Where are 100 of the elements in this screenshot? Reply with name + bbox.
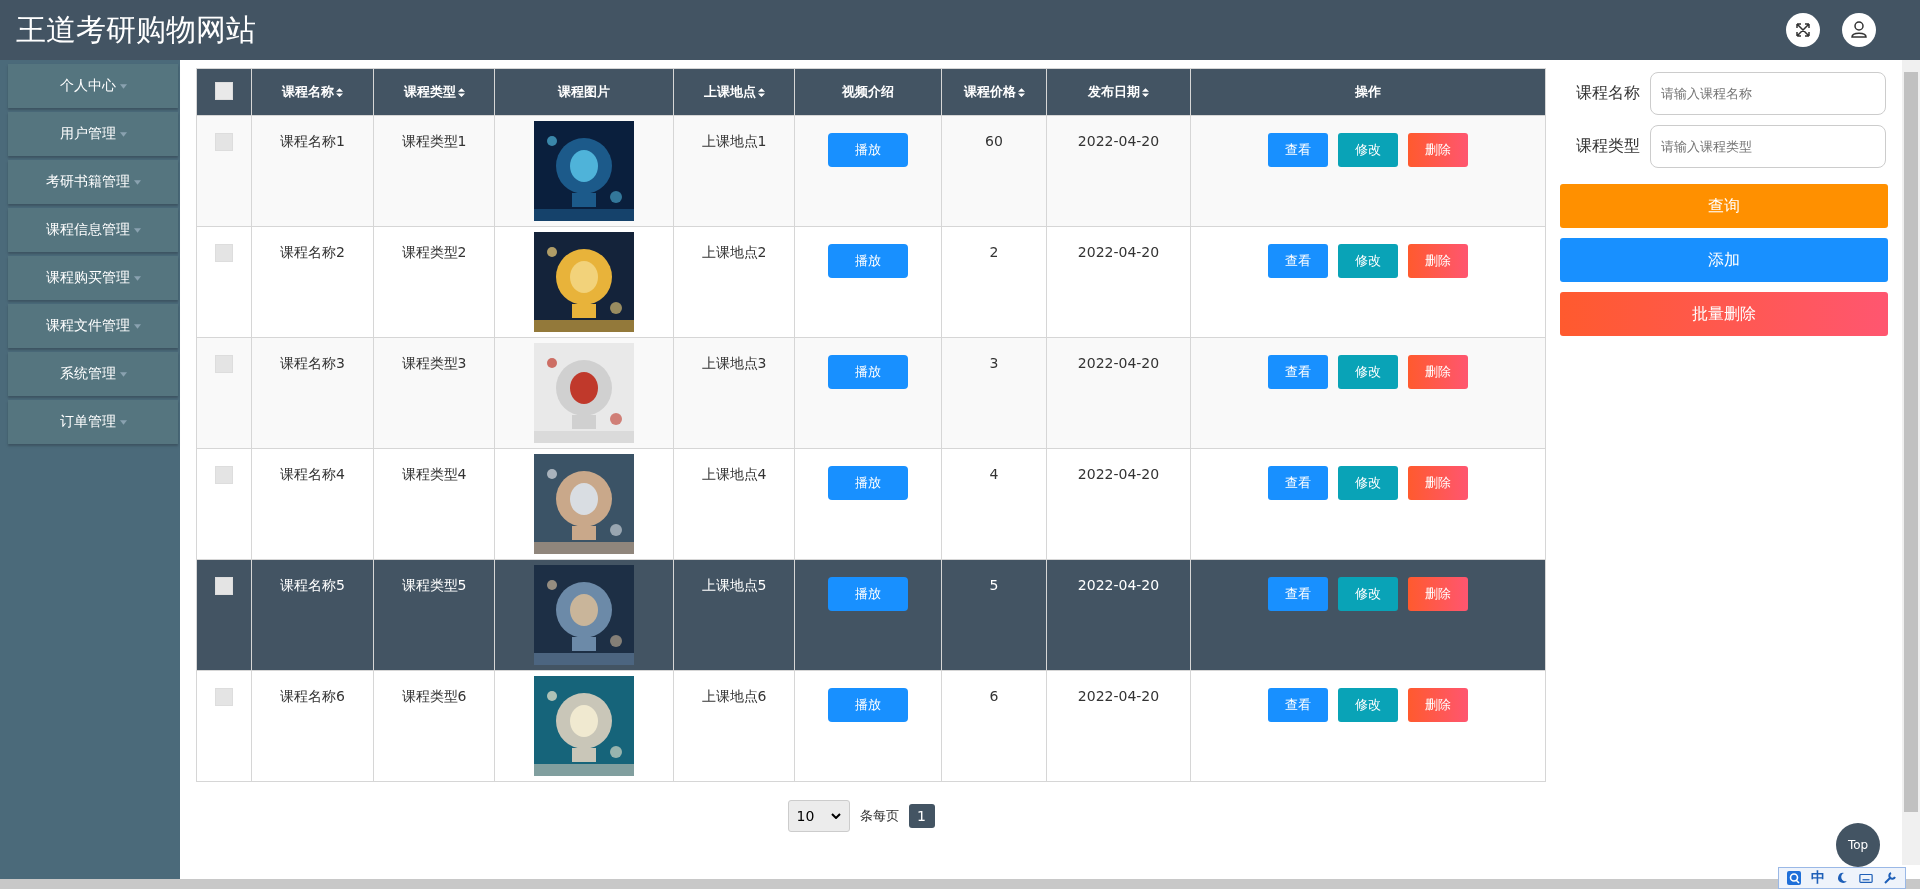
edit-button[interactable]: 修改: [1338, 466, 1398, 500]
sidebar-item[interactable]: 课程文件管理: [8, 304, 178, 348]
sidebar-item[interactable]: 课程信息管理: [8, 208, 178, 252]
caret-icon: [133, 179, 141, 185]
edit-button[interactable]: 修改: [1338, 355, 1398, 389]
column-header[interactable]: 操作: [1355, 83, 1381, 101]
column-header[interactable]: 课程名称: [282, 83, 343, 101]
sidebar-item[interactable]: 用户管理: [8, 112, 178, 156]
table-cell: 5: [989, 577, 999, 593]
table-cell: 2022-04-20: [1077, 244, 1160, 260]
edit-button[interactable]: 修改: [1338, 133, 1398, 167]
column-header[interactable]: 课程图片: [558, 83, 610, 101]
table-cell: 上课地点2: [701, 244, 767, 260]
table-cell: 课程名称6: [280, 688, 345, 704]
table-cell: 课程名称4: [280, 466, 345, 482]
table-cell: 课程类型3: [401, 355, 467, 371]
table-cell: 4: [989, 466, 999, 482]
sort-icon[interactable]: [1017, 87, 1025, 97]
sidebar-item[interactable]: 个人中心: [8, 64, 178, 108]
view-button[interactable]: 查看: [1268, 688, 1328, 722]
table-cell: 3: [989, 355, 999, 371]
back-to-top-button[interactable]: Top: [1836, 823, 1880, 867]
row-checkbox[interactable]: [215, 577, 233, 595]
table-cell: 课程名称5: [280, 577, 345, 593]
row-checkbox[interactable]: [215, 688, 233, 706]
table-row[interactable]: 课程名称4 课程类型4 上课地点4 播放 4 2022-04-20 查看 修改 删除: [196, 448, 1546, 560]
search-field[interactable]: 请输入课程名称: [1650, 72, 1886, 115]
view-button[interactable]: 查看: [1268, 577, 1328, 611]
moon-icon[interactable]: [1835, 871, 1849, 885]
table-cell: 2022-04-20: [1077, 577, 1160, 593]
caret-icon: [133, 275, 141, 281]
row-checkbox[interactable]: [215, 133, 233, 151]
scrollbar[interactable]: [1902, 60, 1920, 865]
sort-icon[interactable]: [457, 87, 465, 97]
site-title: 王道考研购物网站: [16, 10, 256, 49]
play-button[interactable]: 播放: [828, 244, 908, 278]
edit-button[interactable]: 修改: [1338, 688, 1398, 722]
delete-button[interactable]: 删除: [1408, 244, 1468, 278]
delete-button[interactable]: 删除: [1408, 577, 1468, 611]
table-cell: 上课地点3: [701, 355, 767, 371]
page-size-select[interactable]: 10: [787, 800, 850, 832]
view-button[interactable]: 查看: [1268, 244, 1328, 278]
keyboard-icon[interactable]: [1859, 871, 1873, 885]
per-page-label: 条每页: [859, 807, 899, 825]
column-header[interactable]: 视频介绍: [842, 83, 894, 101]
delete-button[interactable]: 删除: [1408, 133, 1468, 167]
field-label: 课程名称: [1575, 83, 1640, 104]
sidebar-item[interactable]: 系统管理: [8, 352, 178, 396]
play-button[interactable]: 播放: [828, 466, 908, 500]
row-checkbox[interactable]: [215, 244, 233, 262]
table-cell: 60: [985, 133, 1003, 149]
page-button[interactable]: 1: [908, 804, 935, 828]
delete-button[interactable]: 删除: [1408, 355, 1468, 389]
table-cell: 上课地点5: [701, 577, 767, 593]
view-button[interactable]: 查看: [1268, 466, 1328, 500]
select-all-checkbox[interactable]: [215, 81, 233, 100]
search-field[interactable]: 请输入课程类型: [1650, 125, 1886, 168]
sidebar-item[interactable]: 订单管理: [8, 400, 178, 444]
table-row[interactable]: 课程名称6 课程类型6 上课地点6 播放 6 2022-04-20 查看 修改 删除: [196, 670, 1546, 782]
table-cell: 上课地点4: [701, 466, 767, 482]
wrench-icon[interactable]: [1883, 871, 1897, 885]
batch-delete-button[interactable]: 批量删除: [1560, 292, 1888, 336]
search-icon[interactable]: [1787, 871, 1801, 885]
caret-icon: [830, 813, 841, 819]
ime-mode[interactable]: 中: [1811, 869, 1825, 887]
sort-icon[interactable]: [336, 87, 343, 97]
sidebar-item[interactable]: 考研书籍管理: [8, 160, 178, 204]
sidebar-item[interactable]: 课程购买管理: [8, 256, 178, 300]
column-header[interactable]: 课程类型: [403, 83, 465, 101]
row-checkbox[interactable]: [215, 466, 233, 484]
table-cell: 课程类型4: [401, 466, 467, 482]
add-button[interactable]: 添加: [1560, 238, 1888, 282]
delete-button[interactable]: 删除: [1408, 466, 1468, 500]
table-cell: 课程类型6: [401, 688, 467, 704]
table-cell: 2022-04-20: [1077, 133, 1160, 149]
column-header[interactable]: 上课地点: [703, 83, 765, 101]
table-row[interactable]: 课程名称2 课程类型2 上课地点2 播放 2 2022-04-20 查看 修改 删除: [196, 226, 1546, 338]
sort-icon[interactable]: [1142, 87, 1149, 97]
delete-button[interactable]: 删除: [1408, 688, 1468, 722]
play-button[interactable]: 播放: [828, 355, 908, 389]
play-button[interactable]: 播放: [828, 688, 908, 722]
table-cell: 课程类型5: [401, 577, 467, 593]
edit-button[interactable]: 修改: [1338, 244, 1398, 278]
row-checkbox[interactable]: [215, 355, 233, 373]
column-header[interactable]: 发布日期: [1088, 83, 1149, 101]
caret-icon: [119, 419, 127, 425]
fullscreen-icon[interactable]: [1786, 13, 1820, 47]
table-cell: 课程名称3: [280, 355, 345, 371]
table-cell: 课程名称1: [280, 133, 345, 149]
play-button[interactable]: 播放: [828, 133, 908, 167]
search-button[interactable]: 查询: [1560, 184, 1888, 228]
table-row[interactable]: 课程名称1 课程类型1 上课地点1 播放 60 2022-04-20 查看 修改 删除: [196, 115, 1546, 227]
play-button[interactable]: 播放: [828, 577, 908, 611]
sort-icon[interactable]: [757, 87, 765, 97]
edit-button[interactable]: 修改: [1338, 577, 1398, 611]
view-button[interactable]: 查看: [1268, 133, 1328, 167]
table-row[interactable]: 课程名称3 课程类型3 上课地点3 播放 3 2022-04-20 查看 修改 删除: [196, 337, 1546, 449]
view-button[interactable]: 查看: [1268, 355, 1328, 389]
table-row[interactable]: 课程名称5 课程类型5 上课地点5 播放 5 2022-04-20 查看 修改 删除: [196, 559, 1546, 671]
user-icon[interactable]: [1842, 13, 1876, 47]
